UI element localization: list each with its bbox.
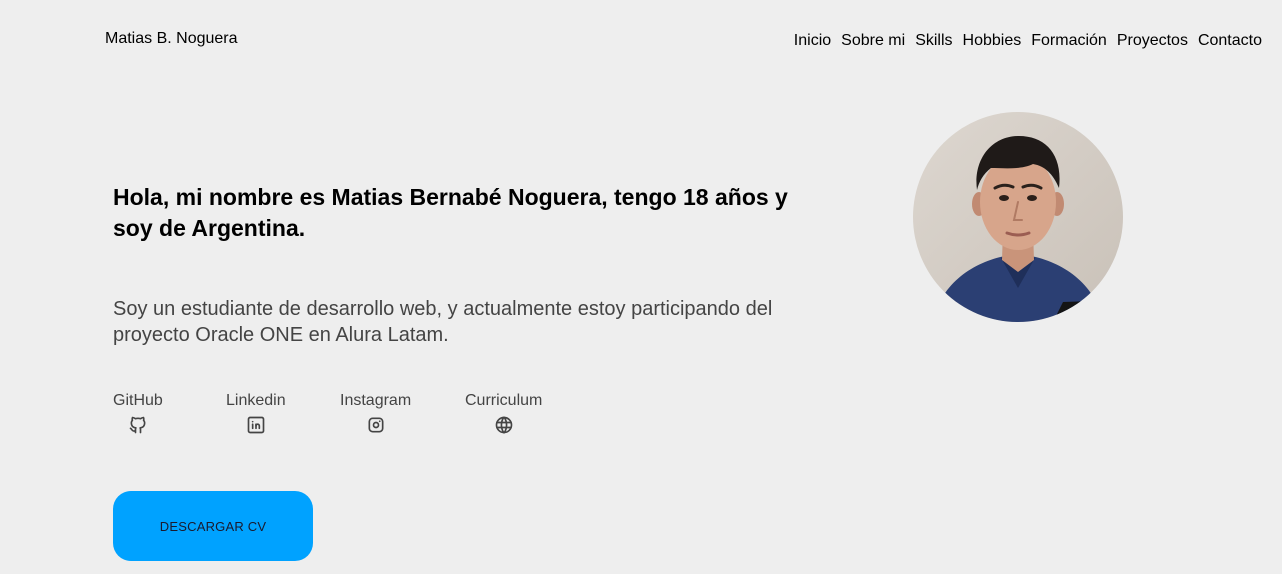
social-link-github[interactable]: GitHub: [113, 392, 163, 435]
instagram-icon: [366, 415, 386, 435]
social-label-linkedin: Linkedin: [226, 392, 286, 409]
github-icon: [128, 415, 148, 435]
intro-description: Soy un estudiante de desarrollo web, y a…: [113, 298, 773, 346]
social-link-instagram[interactable]: Instagram: [340, 392, 411, 435]
page: Matias B. Noguera Inicio Sobre mi Skills…: [0, 0, 1282, 574]
social-label-github: GitHub: [113, 392, 163, 409]
intro-heading: Hola, mi nombre es Matias Bernabé Noguer…: [113, 184, 788, 241]
social-link-linkedin[interactable]: Linkedin: [226, 392, 286, 435]
linkedin-icon: [246, 415, 266, 435]
nav-link-inicio[interactable]: Inicio: [794, 32, 831, 50]
nav-link-contacto[interactable]: Contacto: [1198, 32, 1262, 50]
nav-link-skills[interactable]: Skills: [915, 32, 952, 50]
nav-link-proyectos[interactable]: Proyectos: [1117, 32, 1188, 50]
social-label-curriculum: Curriculum: [465, 392, 543, 409]
brand-logo[interactable]: Matias B. Noguera: [105, 30, 238, 48]
main-nav: Inicio Sobre mi Skills Hobbies Formación…: [794, 32, 1262, 50]
globe-icon: [494, 415, 514, 435]
social-label-instagram: Instagram: [340, 392, 412, 409]
download-cv-button[interactable]: DESCARGAR CV: [113, 491, 313, 561]
profile-photo: [913, 112, 1123, 322]
nav-link-formacion[interactable]: Formación: [1031, 32, 1107, 50]
social-link-curriculum[interactable]: Curriculum: [465, 392, 542, 435]
nav-link-hobbies[interactable]: Hobbies: [963, 32, 1022, 50]
nav-link-sobre-mi[interactable]: Sobre mi: [841, 32, 905, 50]
